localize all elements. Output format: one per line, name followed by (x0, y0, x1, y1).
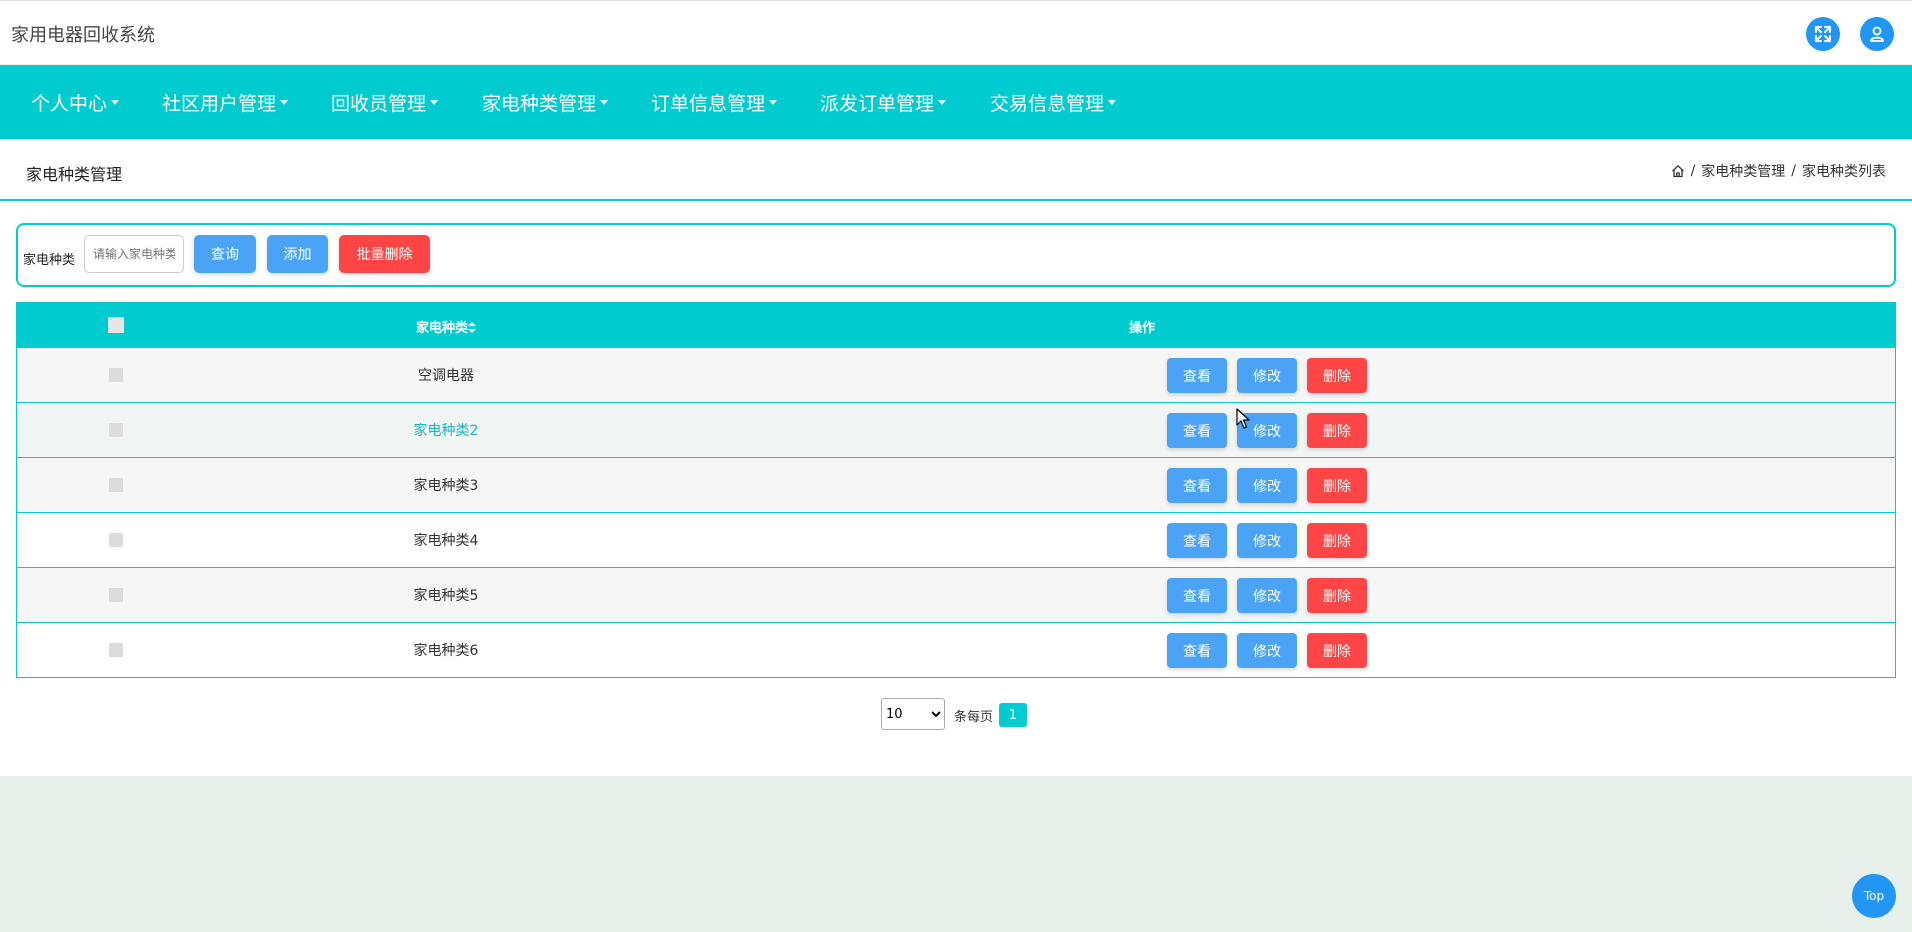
row-checkbox[interactable] (109, 643, 123, 657)
back-to-top-button[interactable]: Top (1852, 874, 1896, 918)
caret-down-icon (769, 99, 778, 105)
breadcrumb-separator: / (1791, 163, 1796, 179)
view-button[interactable]: 查看 (1167, 413, 1227, 448)
nav-item-recyclers[interactable]: 回收员管理 (331, 89, 439, 116)
nav-item-label: 社区用户管理 (162, 92, 277, 115)
home-icon[interactable] (1671, 164, 1685, 178)
delete-button[interactable]: 删除 (1307, 358, 1367, 393)
header-actions: 操作 (1128, 321, 1155, 336)
nav-item-appliance-types[interactable]: 家电种类管理 (482, 89, 609, 116)
row-name: 家电种类2 (413, 423, 479, 439)
row-name: 空调电器 (418, 368, 474, 384)
view-button[interactable]: 查看 (1167, 358, 1227, 393)
caret-down-icon (1108, 99, 1117, 105)
caret-down-icon (938, 99, 947, 105)
main-nav: 个人中心 社区用户管理 回收员管理 家电种类管理 订单信息管理 派发订单管理 交… (0, 65, 1912, 139)
user-icon (1870, 26, 1884, 42)
caret-down-icon (280, 99, 289, 105)
delete-button[interactable]: 删除 (1307, 468, 1367, 503)
row-checkbox[interactable] (109, 533, 123, 547)
delete-button[interactable]: 删除 (1307, 633, 1367, 668)
top-bar: 家用电器回收系统 (0, 0, 1912, 64)
page-number-current[interactable]: 1 (999, 703, 1027, 727)
caret-down-icon (111, 99, 120, 105)
table-row: 空调电器 查看 修改 删除 (17, 347, 1895, 402)
view-button[interactable]: 查看 (1167, 523, 1227, 558)
edit-button[interactable]: 修改 (1237, 523, 1297, 558)
row-checkbox[interactable] (109, 423, 123, 437)
table-header: 家电种类 操作 (17, 303, 1895, 347)
header-name[interactable]: 家电种类 (246, 317, 646, 336)
nav-item-profile[interactable]: 个人中心 (31, 89, 120, 116)
nav-item-community-users[interactable]: 社区用户管理 (162, 89, 289, 116)
nav-item-label: 派发订单管理 (820, 92, 935, 115)
add-button[interactable]: 添加 (267, 235, 328, 273)
edit-button[interactable]: 修改 (1237, 633, 1297, 668)
app-title: 家用电器回收系统 (11, 25, 155, 46)
breadcrumb: / 家电种类管理 / 家电种类列表 (1671, 161, 1886, 181)
row-name: 家电种类3 (413, 478, 479, 494)
search-input[interactable] (84, 235, 184, 273)
batch-delete-button[interactable]: 批量删除 (339, 235, 430, 273)
table-row: 家电种类5 查看 修改 删除 (17, 567, 1895, 622)
row-checkbox[interactable] (109, 368, 123, 382)
nav-item-transactions[interactable]: 交易信息管理 (990, 89, 1117, 116)
row-name: 家电种类5 (413, 588, 479, 604)
pagination: 10 条每页 1 (0, 698, 1912, 730)
edit-button[interactable]: 修改 (1237, 468, 1297, 503)
sort-icon[interactable] (468, 322, 476, 333)
header-name-label: 家电种类 (415, 321, 468, 336)
delete-button[interactable]: 删除 (1307, 413, 1367, 448)
main-content: 家电种类管理 / 家电种类管理 / 家电种类列表 家电种类 查询 添加 批量删除… (0, 139, 1912, 776)
page-title: 家电种类管理 (26, 165, 123, 184)
edit-button[interactable]: 修改 (1237, 358, 1297, 393)
nav-item-label: 订单信息管理 (651, 92, 766, 115)
caret-down-icon (600, 99, 609, 105)
nav-item-orders[interactable]: 订单信息管理 (651, 89, 778, 116)
expand-icon (1815, 26, 1831, 42)
delete-button[interactable]: 删除 (1307, 578, 1367, 613)
mouse-cursor-icon (1236, 408, 1250, 429)
search-bar: 家电种类 查询 添加 批量删除 (16, 223, 1896, 287)
nav-item-label: 交易信息管理 (990, 92, 1105, 115)
nav-item-label: 家电种类管理 (482, 92, 597, 115)
caret-down-icon (430, 99, 439, 105)
user-menu-button[interactable] (1860, 17, 1894, 51)
nav-item-label: 回收员管理 (331, 92, 427, 115)
search-label: 家电种类 (23, 253, 76, 268)
select-all-checkbox[interactable] (108, 317, 124, 333)
row-checkbox[interactable] (109, 478, 123, 492)
delete-button[interactable]: 删除 (1307, 523, 1367, 558)
row-name: 家电种类4 (413, 533, 479, 549)
fullscreen-button[interactable] (1806, 17, 1840, 51)
page-header: 家电种类管理 / 家电种类管理 / 家电种类列表 (0, 139, 1912, 201)
edit-button[interactable]: 修改 (1237, 578, 1297, 613)
breadcrumb-level1[interactable]: 家电种类管理 (1701, 161, 1785, 181)
table-row: 家电种类2 查看 修改 删除 (17, 402, 1895, 457)
table-row: 家电种类6 查看 修改 删除 (17, 622, 1895, 677)
table-row: 家电种类4 查看 修改 删除 (17, 512, 1895, 567)
table-row: 家电种类3 查看 修改 删除 (17, 457, 1895, 512)
per-page-label: 条每页 (954, 710, 994, 725)
nav-item-dispatch-orders[interactable]: 派发订单管理 (820, 89, 947, 116)
breadcrumb-level2: 家电种类列表 (1802, 164, 1886, 180)
appliance-type-table: 家电种类 操作 空调电器 查看 修改 删除 家电种类2 查看 修改 删除 家电种… (16, 302, 1896, 678)
view-button[interactable]: 查看 (1167, 633, 1227, 668)
row-checkbox[interactable] (109, 588, 123, 602)
view-button[interactable]: 查看 (1167, 578, 1227, 613)
query-button[interactable]: 查询 (194, 235, 256, 273)
view-button[interactable]: 查看 (1167, 468, 1227, 503)
breadcrumb-separator: / (1690, 163, 1696, 179)
nav-item-label: 个人中心 (31, 92, 108, 115)
page-size-select[interactable]: 10 (881, 698, 945, 730)
row-name: 家电种类6 (413, 643, 479, 659)
